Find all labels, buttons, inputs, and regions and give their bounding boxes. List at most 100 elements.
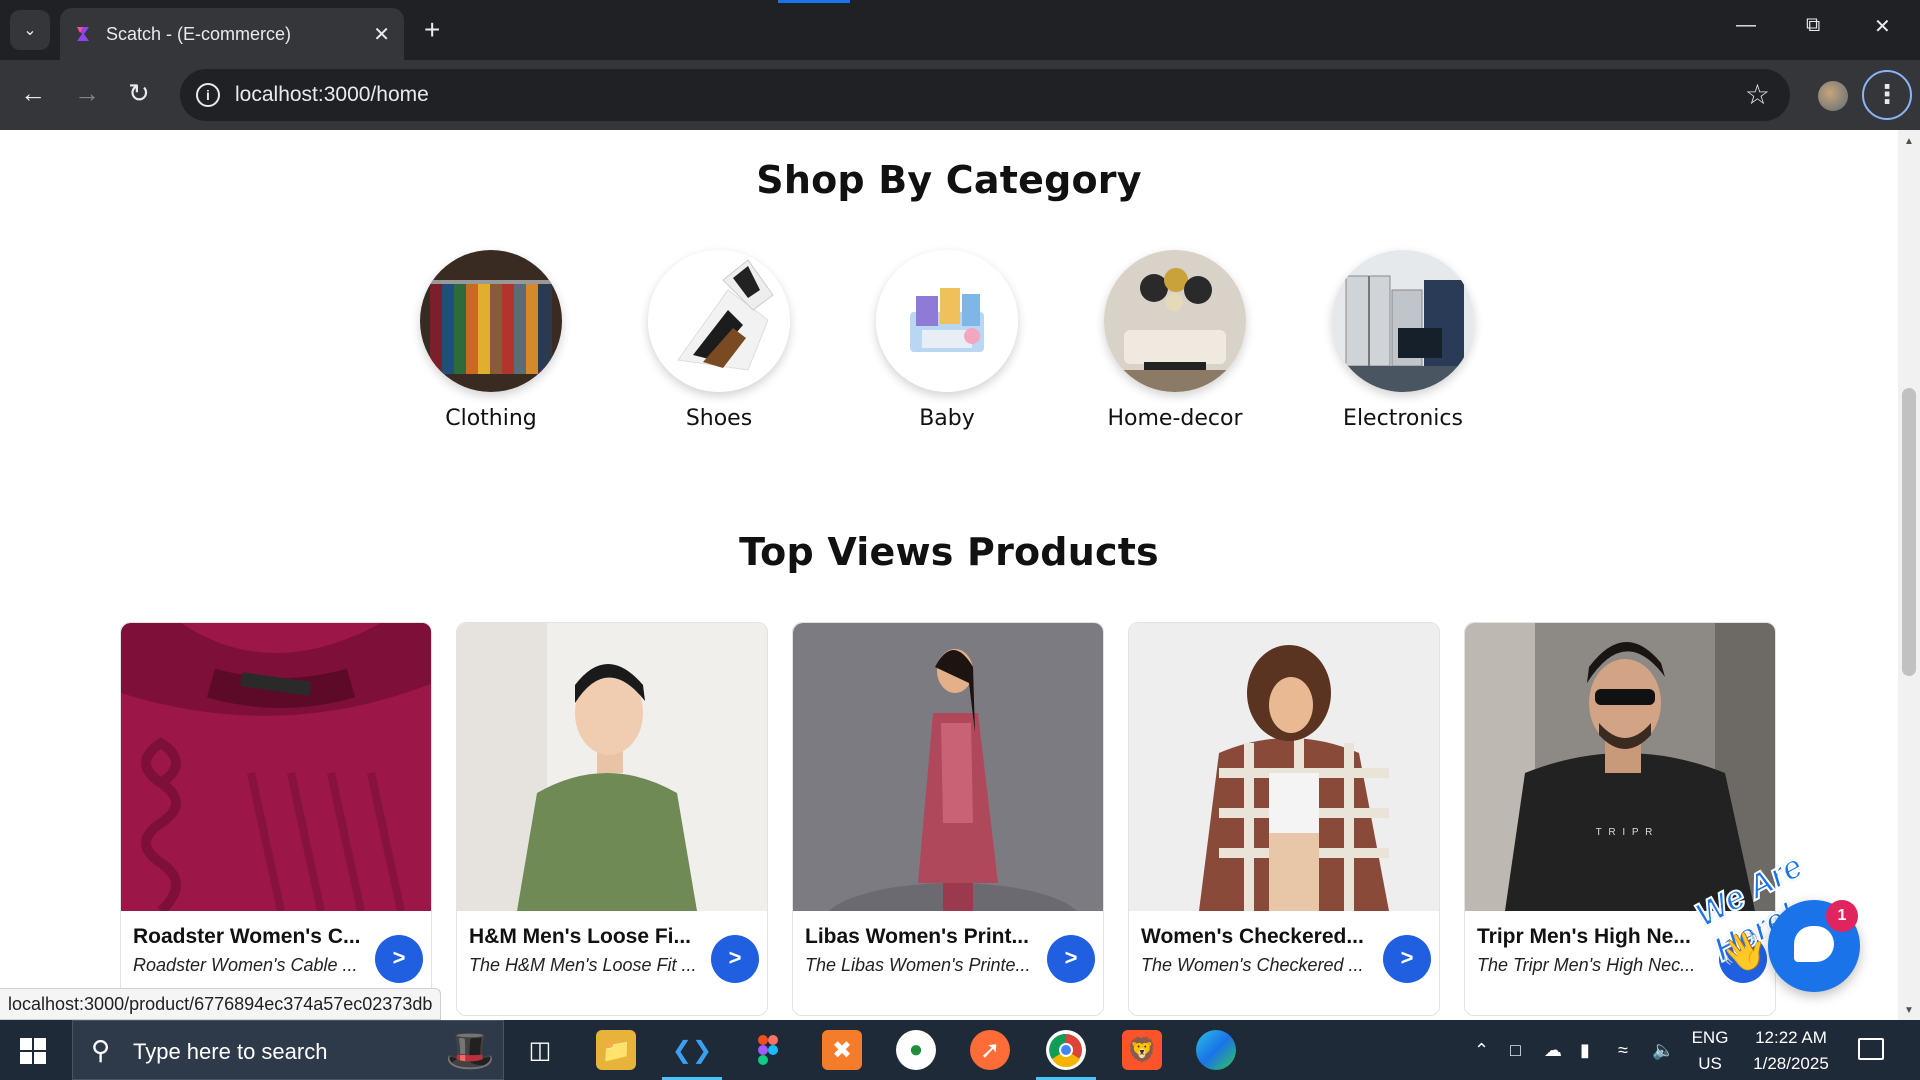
tripr-print: T R I P R — [1596, 827, 1655, 838]
figma-icon[interactable] — [748, 1030, 788, 1070]
category-home-decor[interactable]: Home-decor — [1075, 250, 1275, 431]
product-description: The H&M Men's Loose Fit ... — [469, 955, 697, 975]
product-title[interactable]: Libas Women's Print... — [805, 925, 1037, 949]
category-image-electronics[interactable] — [1332, 250, 1474, 392]
shoes-image — [648, 250, 790, 392]
category-label[interactable]: Home-decor — [1075, 406, 1275, 431]
product-description: The Libas Women's Printe... — [805, 955, 1031, 975]
electronics-image — [1332, 250, 1474, 392]
page-scrollbar[interactable]: ▲ ▼ — [1898, 130, 1920, 1020]
profile-avatar[interactable] — [1818, 81, 1848, 111]
close-window-icon[interactable]: ✕ — [1874, 14, 1891, 39]
tab-search-chevron-down-icon[interactable]: ⌄ — [10, 10, 50, 50]
taskbar-search-box[interactable]: ⚲ Type here to search 🎩 — [72, 1020, 504, 1080]
category-electronics[interactable]: Electronics — [1303, 250, 1503, 431]
home-decor-image — [1104, 250, 1246, 392]
category-label[interactable]: Shoes — [619, 406, 819, 431]
category-label[interactable]: Electronics — [1303, 406, 1503, 431]
product-card[interactable]: H&M Men's Loose Fi... The H&M Men's Loos… — [456, 622, 768, 1016]
chrome-icon[interactable] — [1046, 1030, 1086, 1070]
sweater-photo — [121, 623, 431, 911]
product-description: Roadster Women's Cable ... — [133, 955, 358, 975]
product-title[interactable]: Women's Checkered... — [1141, 925, 1373, 949]
category-shoes[interactable]: Shoes — [619, 250, 819, 431]
baby-products-image — [876, 250, 1018, 392]
battery-icon[interactable]: ▮ — [1580, 1040, 1590, 1061]
product-image[interactable] — [793, 623, 1103, 911]
bookmark-star-icon[interactable]: ☆ — [1745, 78, 1770, 111]
input-language-line1[interactable]: ENG — [1688, 1028, 1732, 1048]
windows-start-icon[interactable] — [20, 1038, 46, 1064]
mongodb-compass-icon[interactable]: ● — [896, 1030, 936, 1070]
category-section-title: Shop By Category — [756, 158, 1142, 202]
product-image[interactable] — [457, 623, 767, 911]
category-baby[interactable]: Baby — [847, 250, 1047, 431]
address-bar[interactable]: i localhost:3000/home ☆ — [180, 69, 1790, 121]
product-card[interactable]: Roadster Women's C... Roadster Women's C… — [120, 622, 432, 1016]
browser-tab-active[interactable]: Scatch - (E-commerce) ✕ — [60, 8, 404, 60]
tab-close-icon[interactable]: ✕ — [373, 22, 390, 47]
onedrive-cloud-icon[interactable]: ☁ — [1544, 1040, 1562, 1061]
postman-icon[interactable]: ➚ — [970, 1030, 1010, 1070]
product-image[interactable]: T R I P R — [1465, 623, 1775, 911]
category-image-home-decor[interactable] — [1104, 250, 1246, 392]
product-card[interactable]: Libas Women's Print... The Libas Women's… — [792, 622, 1104, 1016]
product-card[interactable]: Women's Checkered... The Women's Checker… — [1128, 622, 1440, 1016]
woman-checkered-shirt-photo — [1129, 623, 1439, 911]
products-section-title: Top Views Products — [739, 530, 1159, 574]
link-hover-status-url: localhost:3000/product/6776894ec374a57ec… — [0, 988, 442, 1020]
forward-arrow-icon[interactable]: → — [74, 78, 100, 108]
input-language-line2[interactable]: US — [1688, 1054, 1732, 1074]
category-label[interactable]: Baby — [847, 406, 1047, 431]
scroll-down-arrow-icon[interactable]: ▼ — [1904, 1005, 1914, 1016]
category-clothing[interactable]: Clothing — [391, 250, 591, 431]
back-arrow-icon[interactable]: ← — [20, 78, 46, 108]
brave-icon[interactable]: 🦁 — [1122, 1030, 1162, 1070]
product-image[interactable] — [1129, 623, 1439, 911]
meet-now-icon[interactable]: □ — [1510, 1040, 1521, 1061]
view-product-button[interactable]: > — [1047, 935, 1095, 983]
taskbar-search-placeholder[interactable]: Type here to search — [133, 1039, 327, 1065]
category-image-clothing[interactable] — [420, 250, 562, 392]
reload-icon[interactable]: ↻ — [128, 78, 150, 108]
clock-date[interactable]: 1/28/2025 — [1746, 1054, 1836, 1074]
minimize-icon[interactable]: — — [1736, 14, 1756, 37]
clothing-rack-image — [420, 250, 562, 392]
browser-tab-bar: ⌄ Scatch - (E-commerce) ✕ + — ⧉ ✕ — [0, 0, 1920, 60]
edge-icon[interactable] — [1196, 1030, 1236, 1070]
man-black-sweatshirt-photo: T R I P R — [1465, 623, 1775, 911]
address-bar-url[interactable]: localhost:3000/home — [235, 83, 429, 107]
vscode-icon[interactable]: ❮❯ — [672, 1030, 712, 1070]
clock-time[interactable]: 12:22 AM — [1746, 1028, 1836, 1048]
kebab-menu-icon[interactable]: ⋮ — [1862, 70, 1912, 120]
xampp-icon[interactable]: ✖ — [822, 1030, 862, 1070]
file-explorer-icon[interactable]: 📁 — [596, 1030, 636, 1070]
category-label[interactable]: Clothing — [391, 406, 591, 431]
new-tab-plus-icon[interactable]: + — [424, 14, 440, 46]
scatch-favicon-icon — [77, 27, 89, 41]
category-image-baby[interactable] — [876, 250, 1018, 392]
view-product-button[interactable]: > — [375, 935, 423, 983]
product-title[interactable]: Roadster Women's C... — [133, 925, 365, 949]
view-product-button[interactable]: > — [1383, 935, 1431, 983]
product-description: The Tripr Men's High Nec... — [1477, 955, 1696, 975]
task-view-icon[interactable]: ◫ — [520, 1030, 560, 1070]
wifi-icon[interactable]: ≈ — [1618, 1040, 1628, 1061]
volume-icon[interactable]: 🔈 — [1652, 1040, 1674, 1061]
restore-window-icon[interactable]: ⧉ — [1806, 14, 1820, 37]
category-image-shoes[interactable] — [648, 250, 790, 392]
product-image[interactable] — [121, 623, 431, 911]
product-description: The Women's Checkered ... — [1141, 955, 1364, 975]
notification-center-icon[interactable] — [1858, 1038, 1884, 1060]
scrollbar-thumb[interactable] — [1902, 388, 1916, 676]
view-product-button[interactable]: > — [711, 935, 759, 983]
browser-toolbar: ← → ↻ i localhost:3000/home ☆ ⋮ — [0, 60, 1920, 130]
site-info-icon[interactable]: i — [196, 83, 220, 107]
scroll-up-arrow-icon[interactable]: ▲ — [1904, 136, 1914, 147]
woman-kurta-photo — [793, 623, 1103, 911]
show-hidden-icons-chevron-icon[interactable]: ⌃ — [1474, 1040, 1489, 1061]
product-title[interactable]: H&M Men's Loose Fi... — [469, 925, 701, 949]
chat-unread-badge: 1 — [1826, 900, 1858, 932]
wave-hand-icon: 👋 — [1720, 931, 1768, 973]
product-title[interactable]: Tripr Men's High Ne... — [1477, 925, 1709, 949]
